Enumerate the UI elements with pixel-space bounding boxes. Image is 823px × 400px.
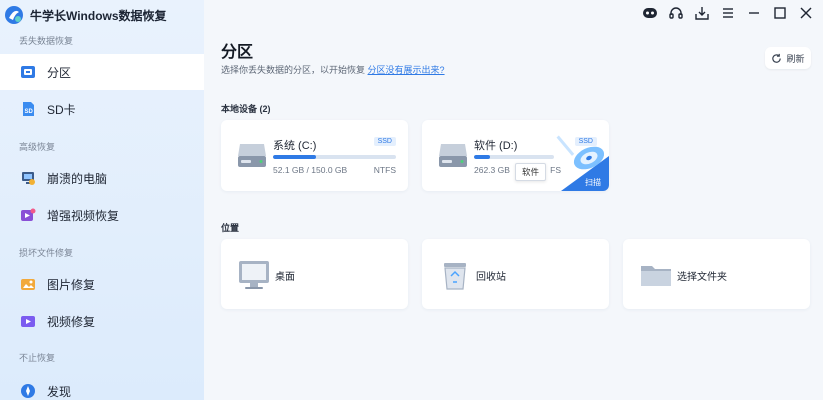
page-subtitle: 选择你丢失数据的分区，以开始恢复 分区没有展示出来? — [221, 63, 445, 76]
sidebar: 牛学长Windows数据恢复 丢失数据恢复 分区 SD SD卡 高级恢复 崩溃的… — [0, 0, 204, 400]
local-devices-label: 本地设备 (2) — [221, 104, 271, 114]
refresh-icon — [772, 53, 782, 63]
sidebar-item-crashed-pc[interactable]: 崩溃的电脑 — [0, 160, 204, 196]
video-repair-icon — [19, 312, 37, 330]
usage-bar — [474, 155, 554, 159]
recycle-bin-icon — [438, 258, 472, 292]
drive-card-d[interactable]: 软件 (D:) SSD 262.3 GB FS 扫描 软件 — [422, 120, 609, 191]
section-title-advanced: 高级恢复 — [19, 142, 56, 152]
svg-text:SD: SD — [25, 109, 34, 115]
photo-repair-icon — [19, 275, 37, 293]
hard-drive-icon — [238, 144, 266, 167]
folder-icon — [639, 258, 673, 292]
scan-button-label[interactable]: 扫描 — [585, 177, 601, 188]
locations-label: 位置 — [221, 223, 240, 233]
hard-drive-icon — [439, 144, 467, 167]
usage-bar-fill — [474, 155, 490, 159]
sidebar-item-label: 视频修复 — [47, 314, 96, 329]
sidebar-item-video-repair[interactable]: 视频修复 — [0, 303, 204, 339]
drive-filesystem: NTFS — [373, 165, 396, 175]
sidebar-item-label: 图片修复 — [47, 277, 96, 292]
page-subtitle-text: 选择你丢失数据的分区，以开始恢复 — [221, 65, 366, 75]
app-brand: 牛学长Windows数据恢复 — [4, 4, 167, 26]
video-recovery-icon — [19, 206, 37, 224]
sidebar-item-sd-card[interactable]: SD SD卡 — [0, 91, 204, 127]
sidebar-item-partition[interactable]: 分区 — [0, 54, 204, 90]
section-title-more: 不止恢复 — [19, 353, 56, 363]
location-card-recycle-bin[interactable]: 回收站 — [422, 239, 609, 309]
drive-name: 软件 (D:) — [474, 140, 518, 152]
ssd-badge: SSD — [373, 137, 396, 146]
app-logo-icon — [5, 6, 23, 24]
location-card-desktop[interactable]: 桌面 — [221, 239, 408, 309]
refresh-button[interactable]: 刷新 — [765, 47, 811, 69]
main-content: 分区 选择你丢失数据的分区，以开始恢复 分区没有展示出来? 刷新 本地设备 (2… — [204, 0, 823, 400]
drive-tooltip: 软件 — [515, 163, 547, 181]
sidebar-item-label: 崩溃的电脑 — [47, 171, 108, 186]
sidebar-item-label: 分区 — [47, 65, 72, 80]
section-title-file-repair: 损坏文件修复 — [19, 248, 74, 258]
sd-card-icon: SD — [19, 100, 37, 118]
drive-card-c[interactable]: 系统 (C:) SSD 52.1 GB / 150.0 GB NTFS — [221, 120, 408, 191]
sidebar-item-label: 发现 — [47, 384, 72, 399]
sidebar-item-label: 增强视频恢复 — [47, 208, 120, 223]
sidebar-item-video-recovery[interactable]: 增强视频恢复 — [0, 197, 204, 233]
discover-icon — [19, 382, 37, 400]
drive-size: 262.3 GB — [474, 165, 510, 175]
sidebar-item-discover[interactable]: 发现 — [0, 373, 204, 400]
desktop-icon — [237, 258, 271, 292]
usage-bar — [273, 155, 396, 159]
drive-size: 52.1 GB / 150.0 GB — [273, 165, 348, 175]
location-label: 选择文件夹 — [677, 272, 727, 283]
partition-missing-link[interactable]: 分区没有展示出来? — [368, 65, 445, 75]
refresh-label: 刷新 — [786, 53, 805, 64]
crashed-pc-icon — [19, 169, 37, 187]
page-title: 分区 — [221, 44, 254, 61]
location-card-select-folder[interactable]: 选择文件夹 — [623, 239, 810, 309]
drive-name: 系统 (C:) — [273, 140, 317, 152]
location-label: 回收站 — [476, 272, 506, 283]
sidebar-item-photo-repair[interactable]: 图片修复 — [0, 266, 204, 302]
location-label: 桌面 — [275, 272, 295, 283]
usage-bar-fill — [273, 155, 316, 159]
sidebar-item-label: SD卡 — [47, 102, 76, 117]
section-title-lost-data: 丢失数据恢复 — [19, 36, 74, 46]
app-title: 牛学长Windows数据恢复 — [30, 8, 167, 23]
partition-icon — [19, 63, 37, 81]
